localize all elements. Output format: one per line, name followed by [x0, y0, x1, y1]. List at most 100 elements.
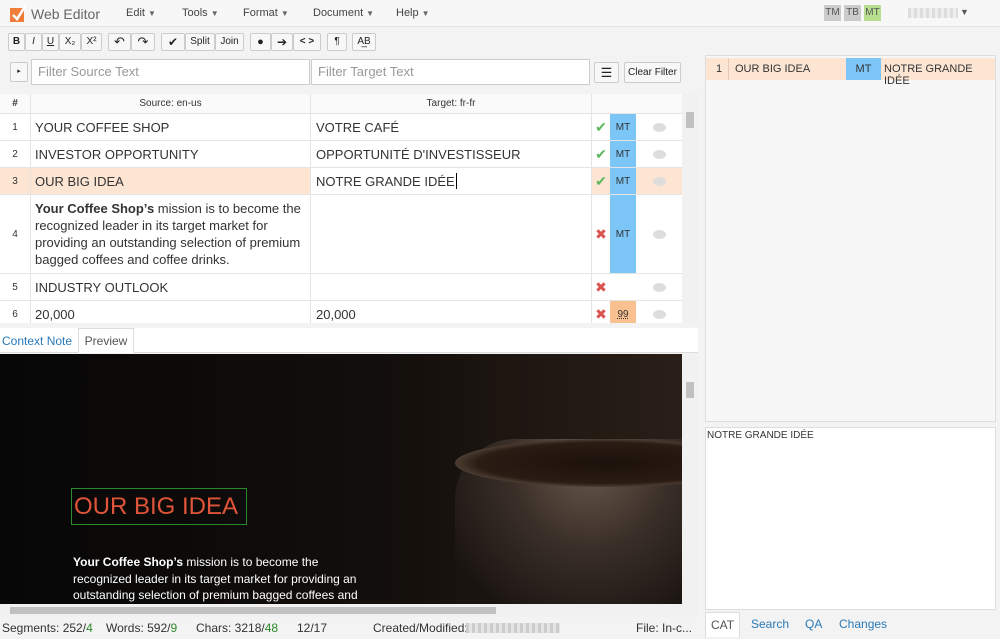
tab-context-note[interactable]: Context Note: [2, 334, 72, 348]
join-button[interactable]: Join: [215, 33, 244, 51]
app-title: Web Editor: [31, 6, 100, 22]
segments-count: Segments: 252/4: [2, 621, 93, 635]
tab-qa[interactable]: QA: [805, 617, 822, 631]
cat-results-panel: 1 OUR BIG IDEA MT NOTRE GRANDE IDÉE: [705, 55, 996, 422]
preview-heading[interactable]: OUR BIG IDEA: [71, 488, 247, 525]
user-menu-caret-icon[interactable]: ▼: [960, 7, 969, 17]
menu-tools[interactable]: Tools ▼: [182, 7, 219, 19]
redo-icon[interactable]: ↷: [131, 33, 155, 51]
expand-arrow-icon[interactable]: ▸: [10, 62, 28, 82]
comment-icon[interactable]: [636, 114, 682, 140]
grid-header: # Source: en-us Target: fr-fr: [0, 94, 682, 114]
confirmed-check-icon: ✔: [595, 118, 607, 135]
subscript-button[interactable]: X₂: [59, 33, 81, 51]
match-target: NOTRE GRANDE IDÉE: [884, 63, 973, 87]
menu-format[interactable]: Format ▼: [243, 7, 289, 19]
cat-match-row[interactable]: 1 OUR BIG IDEA MT NOTRE GRANDE IDÉE: [706, 58, 995, 87]
table-row-selected[interactable]: 3 OUR BIG IDEA NOTRE GRANDE IDÉE ✔ MT: [0, 168, 682, 195]
undo-icon[interactable]: ↶: [108, 33, 131, 51]
table-row[interactable]: 5 INDUSTRY OUTLOOK ✖: [0, 274, 682, 301]
source-cell: 20,000: [31, 301, 311, 323]
source-cell: Your Coffee Shop’s mission is to become …: [31, 195, 311, 273]
target-cell[interactable]: [311, 274, 592, 300]
row-number: 1: [0, 114, 31, 140]
page-indicator: 12/17: [297, 621, 328, 635]
source-cell: YOUR COFFEE SHOP: [31, 114, 311, 140]
menu-help[interactable]: Help ▼: [396, 7, 430, 19]
tags-icon[interactable]: < >: [293, 33, 321, 51]
menu-bar: Web Editor Edit ▼ Tools ▼ Format ▼ Document…: [0, 0, 1000, 27]
mt-badge-empty: [610, 274, 636, 300]
row-number: 3: [0, 168, 31, 194]
preview-h-scrollbar[interactable]: [0, 604, 698, 617]
row-number: 2: [0, 141, 31, 167]
target-cell[interactable]: 20,000: [311, 301, 592, 323]
menu-edit[interactable]: Edit ▼: [126, 7, 156, 19]
words-count: Words: 592/9: [106, 621, 178, 635]
menu-document[interactable]: Document ▼: [313, 7, 374, 19]
stop-circle-icon[interactable]: ●: [250, 33, 271, 51]
lower-tab-bar: Context Note Preview: [0, 328, 698, 353]
target-filter-input[interactable]: Filter Target Text: [311, 59, 590, 85]
unconfirmed-cross-icon: ✖: [595, 278, 607, 295]
tab-changes[interactable]: Changes: [839, 617, 887, 631]
source-cell: OUR BIG IDEA: [31, 168, 311, 194]
arrow-right-icon[interactable]: ➔: [271, 33, 293, 51]
segment-grid: # Source: en-us Target: fr-fr 1 YOUR COF…: [0, 94, 698, 323]
target-cell[interactable]: VOTRE CAFÉ: [311, 114, 592, 140]
table-row[interactable]: 4 Your Coffee Shop’s mission is to becom…: [0, 195, 682, 274]
confirmed-check-icon: ✔: [595, 145, 607, 162]
table-row[interactable]: 2 INVESTOR OPPORTUNITY OPPORTUNITÉ D'INV…: [0, 141, 682, 168]
table-row[interactable]: 6 20,000 20,000 ✖ 99: [0, 301, 682, 323]
comment-icon[interactable]: [636, 274, 682, 300]
unconfirmed-cross-icon: ✖: [595, 225, 607, 242]
tab-cat[interactable]: CAT: [705, 612, 740, 637]
target-cell[interactable]: OPPORTUNITÉ D'INVESTISSEUR: [311, 141, 592, 167]
list-view-icon[interactable]: ☰: [594, 62, 619, 83]
created-modified-redacted: [466, 623, 560, 633]
tab-search[interactable]: Search: [751, 617, 789, 631]
mt-badge: MT: [610, 195, 636, 273]
chars-count: Chars: 3218/48: [196, 621, 279, 635]
split-button[interactable]: Split: [185, 33, 215, 51]
header-num: #: [0, 94, 31, 113]
spellcheck-icon[interactable]: A͢B: [352, 33, 376, 51]
table-row[interactable]: 1 YOUR COFFEE SHOP VOTRE CAFÉ ✔ MT: [0, 114, 682, 141]
unconfirmed-cross-icon: ✖: [595, 305, 607, 322]
bold-button[interactable]: B: [8, 33, 25, 51]
preview-paragraph: Your Coffee Shop’s mission is to become …: [73, 555, 358, 602]
preview-scrollbar[interactable]: [682, 354, 698, 604]
mt-badge: MT: [846, 58, 881, 80]
superscript-button[interactable]: X²: [81, 33, 102, 51]
underline-button[interactable]: U: [42, 33, 59, 51]
grid-scrollbar[interactable]: [682, 94, 698, 323]
match-source: OUR BIG IDEA: [728, 58, 846, 80]
app-logo-icon: [10, 5, 27, 22]
mt-badge: MT: [610, 168, 636, 194]
pilcrow-icon[interactable]: ¶: [327, 33, 347, 51]
source-cell: INVESTOR OPPORTUNITY: [31, 141, 311, 167]
comment-icon[interactable]: [636, 168, 682, 194]
clear-filter-button[interactable]: Clear Filter: [624, 62, 681, 83]
toggle-tb[interactable]: TB: [844, 5, 861, 21]
status-bar: Segments: 252/4 Words: 592/9 Chars: 3218…: [0, 617, 698, 639]
target-cell-editing[interactable]: NOTRE GRANDE IDÉE: [311, 168, 592, 194]
match-number: 1: [716, 63, 723, 75]
comment-icon[interactable]: [636, 141, 682, 167]
toggle-mt[interactable]: MT: [864, 5, 881, 21]
mt-badge: MT: [610, 141, 636, 167]
tab-preview[interactable]: Preview: [78, 328, 134, 353]
document-preview: OUR BIG IDEA Your Coffee Shop’s mission …: [0, 354, 682, 604]
comment-icon[interactable]: [636, 195, 682, 273]
user-name-redacted[interactable]: [908, 8, 958, 18]
source-filter-input[interactable]: Filter Source Text: [31, 59, 310, 85]
row-number: 4: [0, 195, 31, 273]
header-source: Source: en-us: [31, 94, 311, 113]
cat-preview-text: NOTRE GRANDE IDÉE: [707, 430, 814, 441]
comment-icon[interactable]: [636, 301, 682, 323]
file-label: File: In-c...: [636, 621, 693, 635]
target-cell[interactable]: [311, 195, 592, 273]
toggle-tm[interactable]: TM: [824, 5, 841, 21]
confirm-check-icon[interactable]: ✔: [161, 33, 185, 51]
italic-button[interactable]: I: [25, 33, 42, 51]
